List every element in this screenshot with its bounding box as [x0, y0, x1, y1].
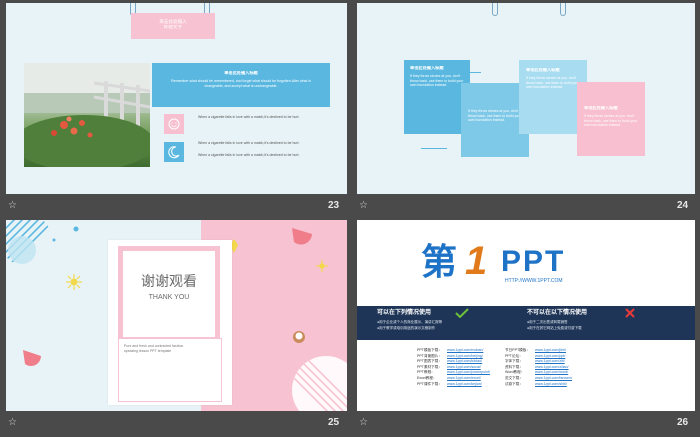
link-url[interactable]: www.1ppt.com/kejian/ [447, 382, 482, 386]
link-label: 试卷下载： [505, 381, 523, 386]
allowed-item-1: ●用于企业或个人的商业展示、演讲汇报等 [377, 320, 443, 324]
link-url[interactable]: www.1ppt.com/tubiao/ [447, 359, 482, 363]
box3-text: If they throw stones at you, don't throw… [526, 76, 580, 90]
logo-url: HTTP://WWW.1PPT.COM [505, 278, 563, 284]
slide-24[interactable]: 单击此处输入标题 If they throw stones at you, do… [357, 3, 695, 194]
link-url[interactable]: www.1ppt.com/fanwen/ [535, 376, 572, 380]
forbidden-title: 不可以在以下情况使用 [527, 310, 588, 316]
slide-26-number: 26 [677, 417, 689, 428]
link-row: PPT课件下载： www.1ppt.com/kejian/ [417, 382, 517, 388]
logo-one: 1 [465, 239, 488, 283]
allowed-item-2: ●用于教学或培训用途的演示文稿制作 [377, 326, 436, 330]
link-label: PPT课件下载： [417, 381, 442, 386]
box4-text: If they throw stones at you, don't throw… [584, 114, 638, 128]
flower-photo [24, 63, 150, 167]
slide-24-number: 24 [677, 200, 689, 211]
link-url[interactable]: www.1ppt.com/ppt/ [535, 354, 565, 358]
box4-title: 单击此处输入标题 [584, 106, 618, 110]
links-left: PPT模板下载： www.1ppt.com/moban/PPT背景图片： www.1… [417, 348, 517, 387]
moon-icon-box [164, 142, 184, 162]
item1-text: When a cigarette falls in love with a ma… [198, 115, 300, 119]
link-url[interactable]: www.1ppt.com/sucai/ [447, 365, 481, 369]
moon-icon [168, 146, 180, 159]
box2-text: If they throw stones at you, don't throw… [468, 109, 522, 123]
title-banner: 单击此处输入 标题文字 [131, 13, 215, 39]
allowed-title: 可以在下列情况使用 [377, 310, 432, 316]
slide-23[interactable]: 单击此处输入 标题文字 单击此处输入标题 Remember what shoul… [6, 3, 347, 194]
link-url[interactable]: www.1ppt.com/ziti/ [535, 359, 565, 363]
slide-26-star-icon[interactable]: ☆ [359, 418, 368, 428]
slide-26[interactable]: 第 1 PPT HTTP://WWW.1PPT.COM 可以在下列情况使用 ●用… [357, 220, 695, 411]
logo-char: 第 [421, 241, 458, 282]
link-url[interactable]: www.1ppt.com/jieri/ [535, 348, 566, 352]
link-url[interactable]: www.1ppt.com/beijing/ [447, 354, 483, 358]
slide-25[interactable]: 谢谢观看 THANK YOU Pure and fresh and contra… [6, 220, 347, 411]
link-url[interactable]: www.1ppt.com/shiti/ [535, 382, 567, 386]
forbidden-item-2: ●用于在其它网站上免费或付费下载 [527, 326, 582, 330]
banner-subtitle: 标题文字 [163, 24, 183, 29]
cross-icon [625, 308, 635, 318]
item3-text: When a cigarette falls in love with a ma… [198, 153, 300, 157]
banner-title: 单击此处输入 [159, 19, 187, 24]
banner-string-left [492, 3, 498, 16]
slide-24-star-icon[interactable]: ☆ [359, 201, 368, 211]
links-right: 节日PPT模板： www.1ppt.com/jieri/PPT论坛： www.1pp… [505, 348, 605, 387]
smile-icon-box [164, 114, 184, 134]
link-url[interactable]: www.1ppt.com/ziliao/ [535, 365, 569, 369]
slide-25-number: 25 [328, 417, 340, 428]
smile-icon [168, 118, 180, 130]
panel-text: Remember what should be remembered, and … [171, 79, 311, 88]
link-row: 试卷下载： www.1ppt.com/shiti/ [505, 382, 605, 388]
box1-text: If they throw stones at you, don't throw… [410, 74, 464, 88]
thank-you-subtitle: THANK YOU [148, 294, 190, 301]
check-icon [455, 308, 469, 318]
slide-23-star-icon[interactable]: ☆ [8, 201, 17, 211]
slide-25-star-icon[interactable]: ☆ [8, 418, 17, 428]
link-url[interactable]: www.1ppt.com/powerpoint/ [447, 370, 490, 374]
slide-23-number: 23 [328, 200, 340, 211]
box1-title: 单击此处输入标题 [410, 66, 444, 70]
item2-text: When a cigarette falls in love with a ma… [198, 141, 300, 145]
box3-title: 单击此处输入标题 [526, 68, 560, 72]
arrow-3 [421, 148, 447, 149]
info-panel: 单击此处输入标题 Remember what should be remembe… [152, 63, 330, 107]
logo-ppt: PPT [501, 245, 566, 278]
step-box-4: 单击此处输入标题 If they throw stones at you, do… [577, 82, 645, 156]
license-bar: 可以在下列情况使用 ●用于企业或个人的商业展示、演讲汇报等 ●用于教学或培训用途… [357, 306, 695, 340]
forbidden-item-1: ●用于二次出售或转载销售 [527, 320, 568, 324]
thank-you-title: 谢谢观看 [141, 273, 197, 289]
link-url[interactable]: www.1ppt.com/word/ [535, 370, 568, 374]
thank-you-desc: Pure and fresh and contracted fashion sp… [124, 344, 184, 353]
panel-title: 单击此处输入标题 [224, 71, 258, 75]
link-url[interactable]: www.1ppt.com/excel/ [447, 376, 481, 380]
logo: 第 1 PPT HTTP://WWW.1PPT.COM [421, 239, 641, 288]
link-url[interactable]: www.1ppt.com/moban/ [447, 348, 483, 352]
banner-string-right [560, 3, 566, 16]
